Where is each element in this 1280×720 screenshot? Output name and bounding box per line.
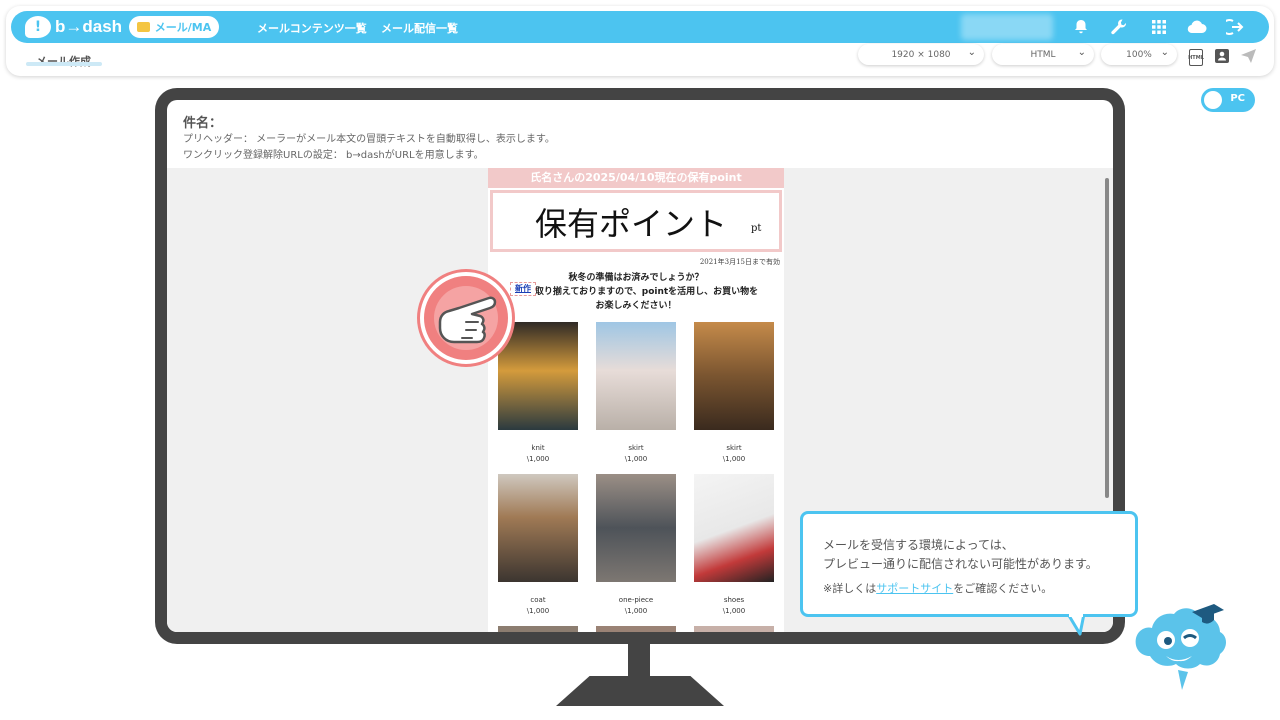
toggle-label: PC — [1230, 93, 1245, 104]
new-arrival-link[interactable]: 新作 — [510, 282, 536, 296]
user-info-blurred — [961, 14, 1053, 40]
valid-date: 2021年3月15日まで有効 — [699, 258, 780, 266]
folder-icon — [136, 22, 150, 32]
chevron-down-icon: ⌄ — [1160, 47, 1169, 58]
format-select[interactable]: HTML ⌄ — [992, 44, 1094, 65]
product-price: \1,000 — [722, 607, 746, 615]
preview-scrollbar[interactable] — [1105, 178, 1109, 498]
app-header: ! b→dash メール/MA メールコンテンツ一覧 メール配信一覧 メール作成 — [6, 6, 1274, 76]
product-image — [498, 474, 578, 582]
zoom-select[interactable]: 100% ⌄ — [1101, 44, 1177, 65]
resolution-select[interactable]: 1920 × 1080 ⌄ — [858, 44, 984, 65]
product-image — [596, 322, 676, 430]
send-icon[interactable] — [1240, 48, 1256, 64]
support-site-link[interactable]: サポートサイト — [876, 582, 953, 595]
notice-line-1: メールを受信する環境によっては、 — [823, 538, 1014, 552]
device-toggle[interactable]: PC — [1201, 88, 1255, 112]
points-box: 保有ポイント pt — [490, 190, 782, 252]
product-name: shoes — [723, 596, 745, 604]
grid-icon[interactable] — [1149, 17, 1169, 37]
bell-icon[interactable] — [1071, 17, 1091, 37]
product-image — [596, 474, 676, 582]
monitor-neck — [628, 642, 650, 678]
logo[interactable]: ! b→dash — [25, 16, 122, 38]
product-card[interactable]: skirt \1,000 — [596, 322, 676, 463]
points-title: 保有ポイント — [535, 205, 728, 243]
product-card[interactable]: skirt \1,000 — [694, 322, 774, 463]
chevron-down-icon: ⌄ — [967, 47, 976, 58]
points-unit: pt — [751, 223, 762, 234]
product-card[interactable]: knit \1,000 — [498, 322, 578, 463]
email-header-banner: 氏名さんの2025/04/10現在の保有point — [488, 168, 784, 188]
zoom-value: 100% — [1126, 49, 1152, 60]
email-body: 氏名さんの2025/04/10現在の保有point 保有ポイント pt 2021… — [488, 168, 784, 632]
preheader-text: プリヘッダー： メーラーがメール本文の冒頭テキストを自動取得し、表示します。 — [183, 134, 555, 145]
page-title-underline — [26, 62, 102, 66]
product-price: \1,000 — [526, 455, 550, 463]
notice-note: ※詳しくはサポートサイトをご確認ください。 — [823, 580, 1052, 596]
note-prefix: ※詳しくは — [823, 582, 877, 595]
wrench-icon[interactable] — [1109, 17, 1129, 37]
product-image — [498, 322, 578, 430]
notice-line-2: プレビュー通りに配信されない可能性があります。 — [823, 557, 1098, 571]
mascot-icon — [1135, 604, 1226, 690]
product-image — [694, 322, 774, 430]
logout-icon[interactable] — [1225, 17, 1245, 37]
product-price: \1,000 — [722, 455, 746, 463]
nav-item-label: メール/MA — [154, 21, 212, 34]
notice-bubble: メールを受信する環境によっては、 プレビュー通りに配信されない可能性があります。… — [800, 511, 1138, 617]
toggle-knob — [1204, 91, 1222, 109]
pointing-hand-icon — [420, 272, 512, 364]
html-file-icon[interactable]: HTML — [1188, 49, 1204, 66]
nav-link-mail-delivery[interactable]: メール配信一覧 — [381, 20, 458, 36]
product-card[interactable]: coat \1,000 — [498, 474, 578, 615]
nav-item-mail-ma[interactable]: メール/MA — [129, 16, 219, 38]
product-image-partial — [498, 626, 578, 632]
logo-icon: ! — [25, 16, 51, 38]
product-image-partial — [694, 626, 774, 632]
hand-svg — [438, 296, 497, 344]
note-suffix: をご確認ください。 — [953, 582, 1053, 595]
product-name: skirt — [628, 444, 644, 452]
product-image-partial — [596, 626, 676, 632]
product-name: coat — [530, 596, 546, 604]
unsubscribe-text: ワンクリック登録解除URLの設定： b→dashがURLを用意します。 — [183, 150, 484, 161]
chevron-down-icon: ⌄ — [1077, 47, 1086, 58]
product-card[interactable]: shoes \1,000 — [694, 474, 774, 615]
page-title: メール作成 — [36, 53, 91, 69]
product-card[interactable]: one-piece \1,000 — [596, 474, 676, 615]
product-price: \1,000 — [624, 455, 648, 463]
subject-label: 件名： — [183, 116, 223, 131]
top-nav-bar: ! b→dash メール/MA メールコンテンツ一覧 メール配信一覧 — [11, 11, 1269, 43]
product-price: \1,000 — [624, 607, 648, 615]
product-name: skirt — [726, 444, 742, 452]
monitor-base — [556, 676, 724, 706]
format-value: HTML — [1030, 49, 1056, 60]
product-name: knit — [531, 444, 545, 452]
logo-text: b→dash — [55, 17, 123, 36]
product-price: \1,000 — [526, 607, 550, 615]
resolution-value: 1920 × 1080 — [891, 49, 951, 60]
bubble-tail — [1066, 614, 1086, 636]
message-line-3: お楽しみください！ — [595, 301, 677, 311]
cloud-icon[interactable] — [1187, 17, 1207, 37]
product-image — [694, 474, 774, 582]
contact-card-icon[interactable] — [1214, 48, 1230, 64]
product-name: one-piece — [618, 596, 654, 604]
nav-link-mail-contents[interactable]: メールコンテンツ一覧 — [257, 20, 367, 36]
